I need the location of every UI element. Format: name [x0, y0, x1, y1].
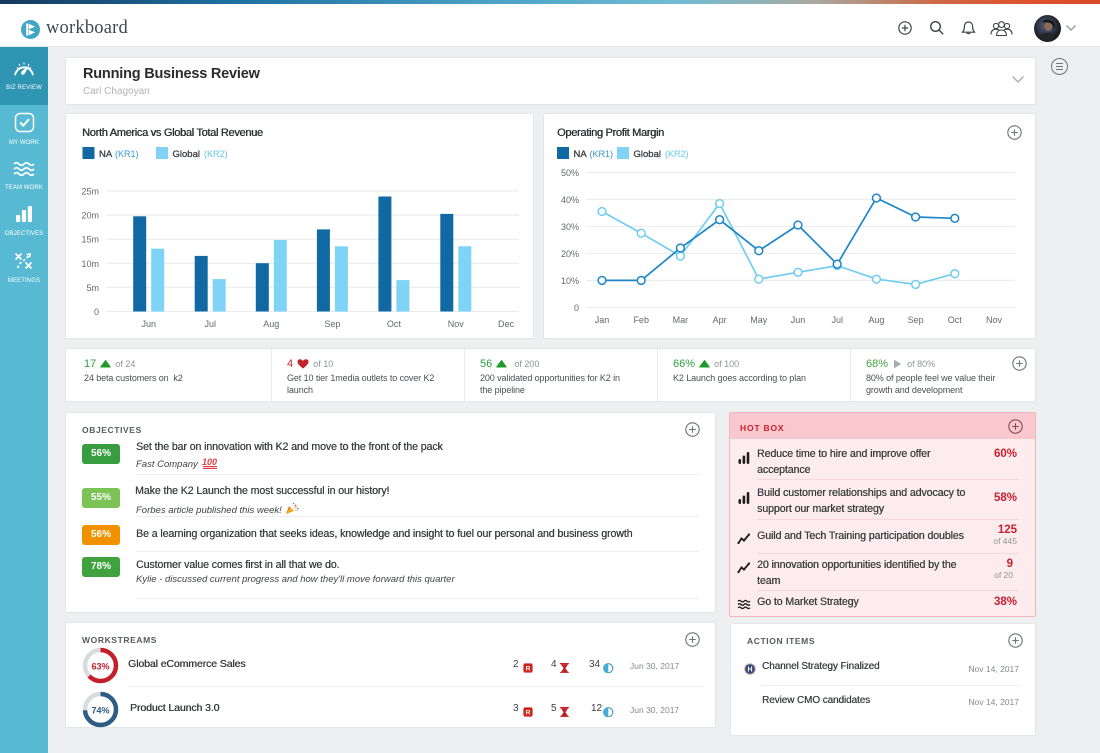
svg-text:Sep: Sep — [908, 315, 924, 325]
svg-text:40%: 40% — [561, 195, 579, 205]
svg-text:R: R — [526, 710, 531, 717]
svg-text:Sep: Sep — [324, 319, 340, 329]
svg-text:63%: 63% — [91, 662, 109, 672]
svg-text:Aug: Aug — [263, 319, 279, 329]
svg-text:(KR2): (KR2) — [204, 149, 228, 159]
svg-text:(KR2): (KR2) — [665, 149, 689, 159]
svg-text:NA: NA — [99, 149, 113, 160]
svg-text:15m: 15m — [81, 235, 99, 245]
svg-text:May: May — [750, 315, 768, 325]
svg-text:Feb: Feb — [633, 315, 649, 325]
svg-text:Mar: Mar — [673, 315, 689, 325]
svg-text:Global: Global — [634, 149, 661, 160]
svg-text:Nov: Nov — [448, 319, 465, 329]
svg-text:5m: 5m — [86, 283, 99, 293]
svg-text:25m: 25m — [81, 187, 99, 197]
svg-text:20%: 20% — [561, 249, 579, 259]
svg-text:Dec: Dec — [498, 319, 515, 329]
svg-text:(KR1): (KR1) — [115, 149, 139, 159]
svg-text:R: R — [526, 666, 531, 673]
svg-text:(KR1): (KR1) — [590, 149, 614, 159]
svg-text:10%: 10% — [561, 276, 579, 286]
svg-text:0: 0 — [94, 307, 99, 317]
svg-text:Nov: Nov — [986, 315, 1003, 325]
svg-text:Jul: Jul — [831, 315, 843, 325]
svg-text:NA: NA — [574, 149, 588, 160]
svg-text:Aug: Aug — [868, 315, 884, 325]
svg-text:30%: 30% — [561, 222, 579, 232]
svg-text:Global: Global — [173, 149, 200, 160]
svg-text:Jul: Jul — [204, 319, 216, 329]
svg-text:74%: 74% — [91, 706, 109, 716]
svg-text:Jun: Jun — [791, 315, 806, 325]
svg-text:Oct: Oct — [387, 319, 402, 329]
svg-text:10m: 10m — [81, 259, 99, 269]
svg-text:Oct: Oct — [948, 315, 963, 325]
svg-text:0: 0 — [574, 303, 579, 313]
svg-text:Jan: Jan — [595, 315, 610, 325]
svg-text:20m: 20m — [81, 211, 99, 221]
svg-text:50%: 50% — [561, 168, 579, 178]
svg-text:Jun: Jun — [141, 319, 156, 329]
svg-text:H: H — [747, 667, 752, 674]
svg-text:Apr: Apr — [713, 315, 727, 325]
svg-text:100: 100 — [202, 457, 217, 467]
